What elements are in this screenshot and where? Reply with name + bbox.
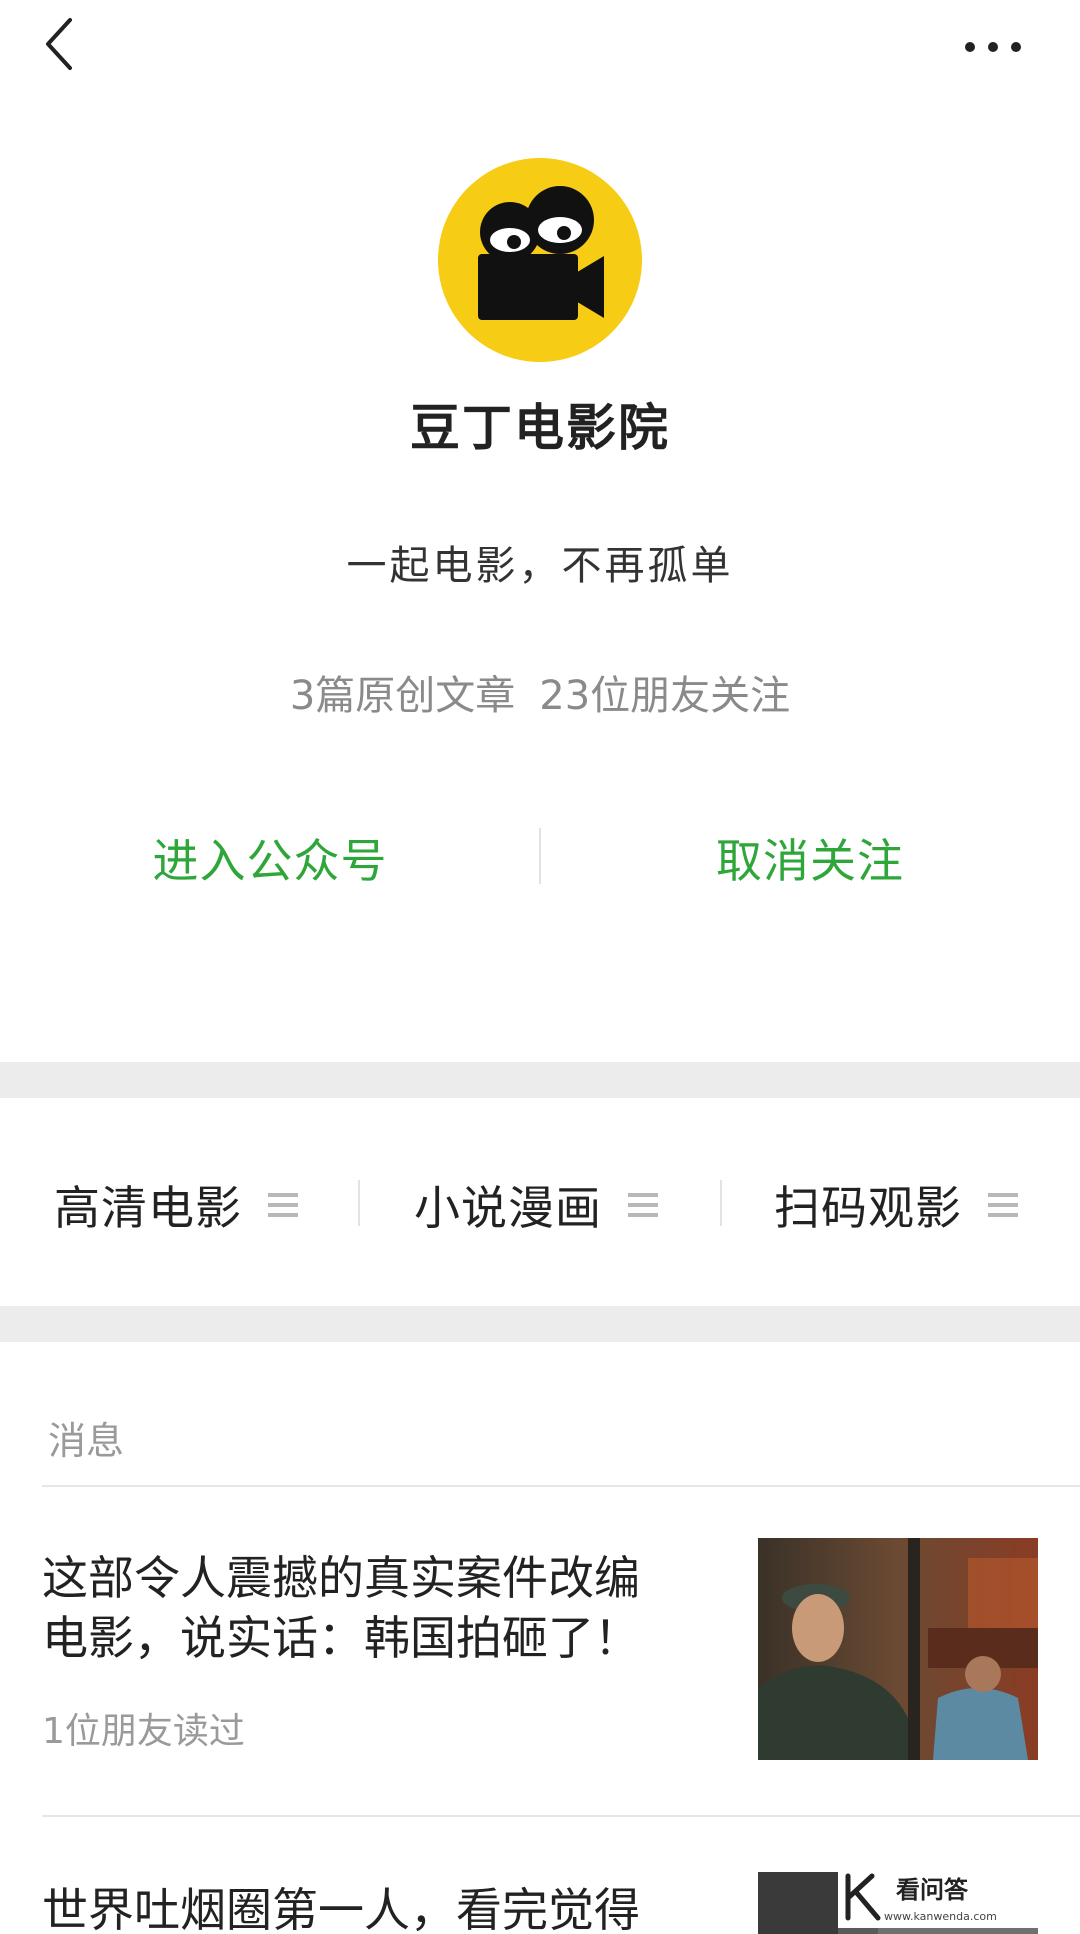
ellipsis-icon xyxy=(965,42,1021,52)
article-title: 这部令人震撼的真实案件改编 电影，说实话：韩国拍砸了！ xyxy=(42,1548,722,1668)
menu-divider xyxy=(720,1180,722,1226)
menu-divider xyxy=(358,1180,360,1226)
list-divider xyxy=(42,1815,1080,1817)
menu-list-icon xyxy=(268,1191,298,1219)
more-options-button[interactable] xyxy=(958,22,1028,72)
section-separator xyxy=(0,1306,1080,1342)
list-divider xyxy=(42,1485,1080,1487)
original-articles-count: 3篇原创文章 xyxy=(289,673,516,719)
film-camera-with-eyes-icon xyxy=(478,186,604,320)
article-read-count: 1位朋友读过 xyxy=(42,1711,245,1752)
svg-text:www.kanwenda.com: www.kanwenda.com xyxy=(884,1910,997,1923)
chevron-left-icon xyxy=(46,18,72,70)
section-separator xyxy=(0,1062,1080,1098)
account-stats: 3篇原创文章 23位朋友关注 xyxy=(0,663,1080,721)
unfollow-button[interactable]: 取消关注 xyxy=(640,825,980,891)
menu-item-novels-comics[interactable]: 小说漫画 xyxy=(414,1170,658,1240)
article-title-line: 世界吐烟圈第一人，看完觉得 xyxy=(42,1883,640,1934)
account-slogan: 一起电影，不再孤单 xyxy=(346,543,734,589)
account-avatar xyxy=(438,158,642,362)
enter-account-button[interactable]: 进入公众号 xyxy=(80,825,460,891)
messages-section-label: 消息 xyxy=(48,1419,125,1463)
menu-item-scan-to-watch[interactable]: 扫码观影 xyxy=(774,1170,1018,1240)
action-divider xyxy=(539,828,541,884)
friends-following-count: 23位朋友关注 xyxy=(539,673,791,719)
article-item[interactable]: 这部令人震撼的真实案件改编 电影，说实话：韩国拍砸了！ 1位朋友读过 xyxy=(0,1500,1080,1800)
menu-item-hd-movies[interactable]: 高清电影 xyxy=(54,1170,298,1240)
account-name: 豆丁电影院 xyxy=(410,399,670,457)
menu-item-label: 小说漫画 xyxy=(414,1181,602,1235)
svg-text:看问答: 看问答 xyxy=(896,1876,969,1904)
menu-list-icon xyxy=(988,1191,1018,1219)
article-title-line: 电影，说实话：韩国拍砸了！ xyxy=(42,1611,640,1665)
article-title: 世界吐烟圈第一人，看完觉得 xyxy=(42,1880,722,1934)
article-title-line: 这部令人震撼的真实案件改编 xyxy=(42,1551,640,1605)
article-thumbnail xyxy=(758,1538,1038,1760)
site-watermark: 看问答 www.kanwenda.com xyxy=(838,1868,1038,1928)
back-button[interactable] xyxy=(38,14,88,74)
menu-list-icon xyxy=(628,1191,658,1219)
menu-item-label: 高清电影 xyxy=(54,1181,242,1235)
menu-item-label: 扫码观影 xyxy=(774,1181,962,1235)
top-navigation-bar xyxy=(0,0,1080,100)
